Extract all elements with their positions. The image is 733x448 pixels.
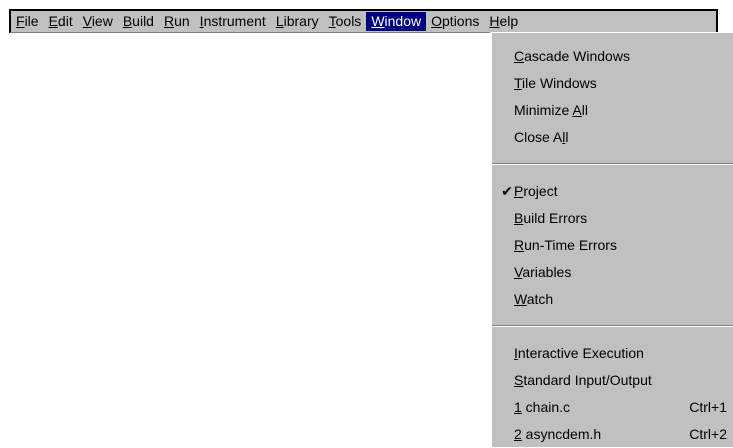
run-time-errors-label-post: un-Time Errors bbox=[524, 237, 617, 253]
menuitem-minimize-all[interactable]: Minimize All bbox=[492, 97, 733, 124]
standard-io-label-post: tandard Input/Output bbox=[523, 372, 652, 388]
minimize-label-post: ll bbox=[581, 102, 588, 118]
menu-separator bbox=[492, 325, 733, 327]
menu-view[interactable]: View bbox=[78, 12, 118, 31]
menu-options-label-mnemonic: O bbox=[431, 13, 443, 29]
menu-edit-label-post: dit bbox=[57, 13, 73, 29]
minimize-label-pre: Minimize bbox=[514, 102, 573, 118]
menuitem-cascade-windows[interactable]: Cascade Windows bbox=[492, 43, 733, 70]
build-errors-label-mnemonic: B bbox=[514, 210, 524, 226]
menuitem-standard-io[interactable]: Standard Input/Output bbox=[492, 367, 733, 394]
menuitem-project[interactable]: ✔ Project bbox=[492, 178, 733, 205]
menu-instrument-label-post: nstrument bbox=[203, 13, 266, 29]
menuitem-build-errors[interactable]: Build Errors bbox=[492, 205, 733, 232]
build-errors-label-post: uild Errors bbox=[523, 210, 588, 226]
menu-help-label-post: elp bbox=[499, 13, 519, 29]
watch-label-mnemonic: W bbox=[514, 291, 527, 307]
menu-view-label-mnemonic: V bbox=[82, 13, 92, 29]
window-2-label-post: asyncdem.h bbox=[521, 426, 602, 442]
menu-run-label-post: un bbox=[174, 13, 190, 29]
menuitem-interactive-execution[interactable]: Interactive Execution bbox=[492, 340, 733, 367]
menu-library-label-post: ibrary bbox=[283, 13, 319, 29]
cascade-label-post: ascade Windows bbox=[524, 48, 630, 64]
run-time-errors-label-mnemonic: R bbox=[514, 237, 525, 253]
menu-file[interactable]: File bbox=[11, 12, 44, 31]
menu-edit[interactable]: Edit bbox=[44, 12, 78, 31]
window-menu-dropdown: Cascade Windows Tile Windows Minimize Al… bbox=[490, 32, 733, 447]
menu-tools-label-post: ools bbox=[335, 13, 362, 29]
checkmark-icon: ✔ bbox=[501, 183, 513, 199]
menuitem-tile-windows[interactable]: Tile Windows bbox=[492, 70, 733, 97]
standard-io-label-mnemonic: S bbox=[514, 372, 524, 388]
menu-run[interactable]: Run bbox=[159, 12, 195, 31]
menuitem-watch[interactable]: Watch bbox=[492, 286, 733, 313]
minimize-label-mnemonic: A bbox=[572, 102, 582, 118]
menuitem-window-2[interactable]: 2 asyncdem.h Ctrl+2 bbox=[492, 421, 733, 448]
close-all-label-pre: Close A bbox=[514, 129, 563, 145]
menu-file-label-post: ile bbox=[24, 13, 39, 29]
menu-file-label-mnemonic: F bbox=[16, 13, 25, 29]
menu-help-label-mnemonic: H bbox=[489, 13, 500, 29]
tile-label-mnemonic: T bbox=[514, 75, 523, 91]
menu-instrument[interactable]: Instrument bbox=[195, 12, 271, 31]
menuitem-variables[interactable]: Variables bbox=[492, 259, 733, 286]
project-label-post: roject bbox=[523, 183, 558, 199]
menuitem-window-1[interactable]: 1 chain.c Ctrl+1 bbox=[492, 394, 733, 421]
watch-label-post: atch bbox=[526, 291, 554, 307]
menu-edit-label-mnemonic: E bbox=[48, 13, 58, 29]
menu-separator bbox=[492, 163, 733, 165]
menu-run-label-mnemonic: R bbox=[163, 13, 175, 29]
cascade-label-mnemonic: C bbox=[514, 48, 525, 64]
window-1-shortcut: Ctrl+1 bbox=[689, 399, 727, 415]
menu-options-label-post: ptions bbox=[442, 13, 480, 29]
variables-label-post: ariables bbox=[522, 264, 572, 280]
menuitem-close-all[interactable]: Close All bbox=[492, 124, 733, 151]
menu-build-label-post: uild bbox=[132, 13, 154, 29]
menu-window[interactable]: Window bbox=[366, 12, 427, 31]
menu-library-label-mnemonic: L bbox=[275, 13, 284, 29]
window-2-shortcut: Ctrl+2 bbox=[689, 426, 727, 442]
window-2-label-mnemonic: 2 bbox=[514, 426, 522, 442]
close-all-label-post: l bbox=[565, 129, 569, 145]
menu-window-label-mnemonic: W bbox=[371, 13, 385, 29]
menu-view-label-post: iew bbox=[91, 13, 113, 29]
menu-options[interactable]: Options bbox=[426, 12, 484, 31]
tile-label-post: ile Windows bbox=[522, 75, 597, 91]
menu-library[interactable]: Library bbox=[271, 12, 324, 31]
menu-build[interactable]: Build bbox=[118, 12, 159, 31]
menu-build-label-mnemonic: B bbox=[122, 13, 133, 29]
menu-window-label-post: indow bbox=[384, 13, 422, 29]
menu-help[interactable]: Help bbox=[484, 12, 523, 31]
menu-tools[interactable]: Tools bbox=[324, 12, 367, 31]
interactive-label-post: nteractive Execution bbox=[517, 345, 644, 361]
menuitem-run-time-errors[interactable]: Run-Time Errors bbox=[492, 232, 733, 259]
window-1-label-post: chain.c bbox=[521, 399, 571, 415]
menu-bar: File Edit View Build Run Instrument Libr… bbox=[9, 9, 718, 33]
project-label-mnemonic: P bbox=[514, 183, 524, 199]
menu-tools-label-mnemonic: T bbox=[328, 13, 336, 29]
window-1-label-mnemonic: 1 bbox=[514, 399, 522, 415]
